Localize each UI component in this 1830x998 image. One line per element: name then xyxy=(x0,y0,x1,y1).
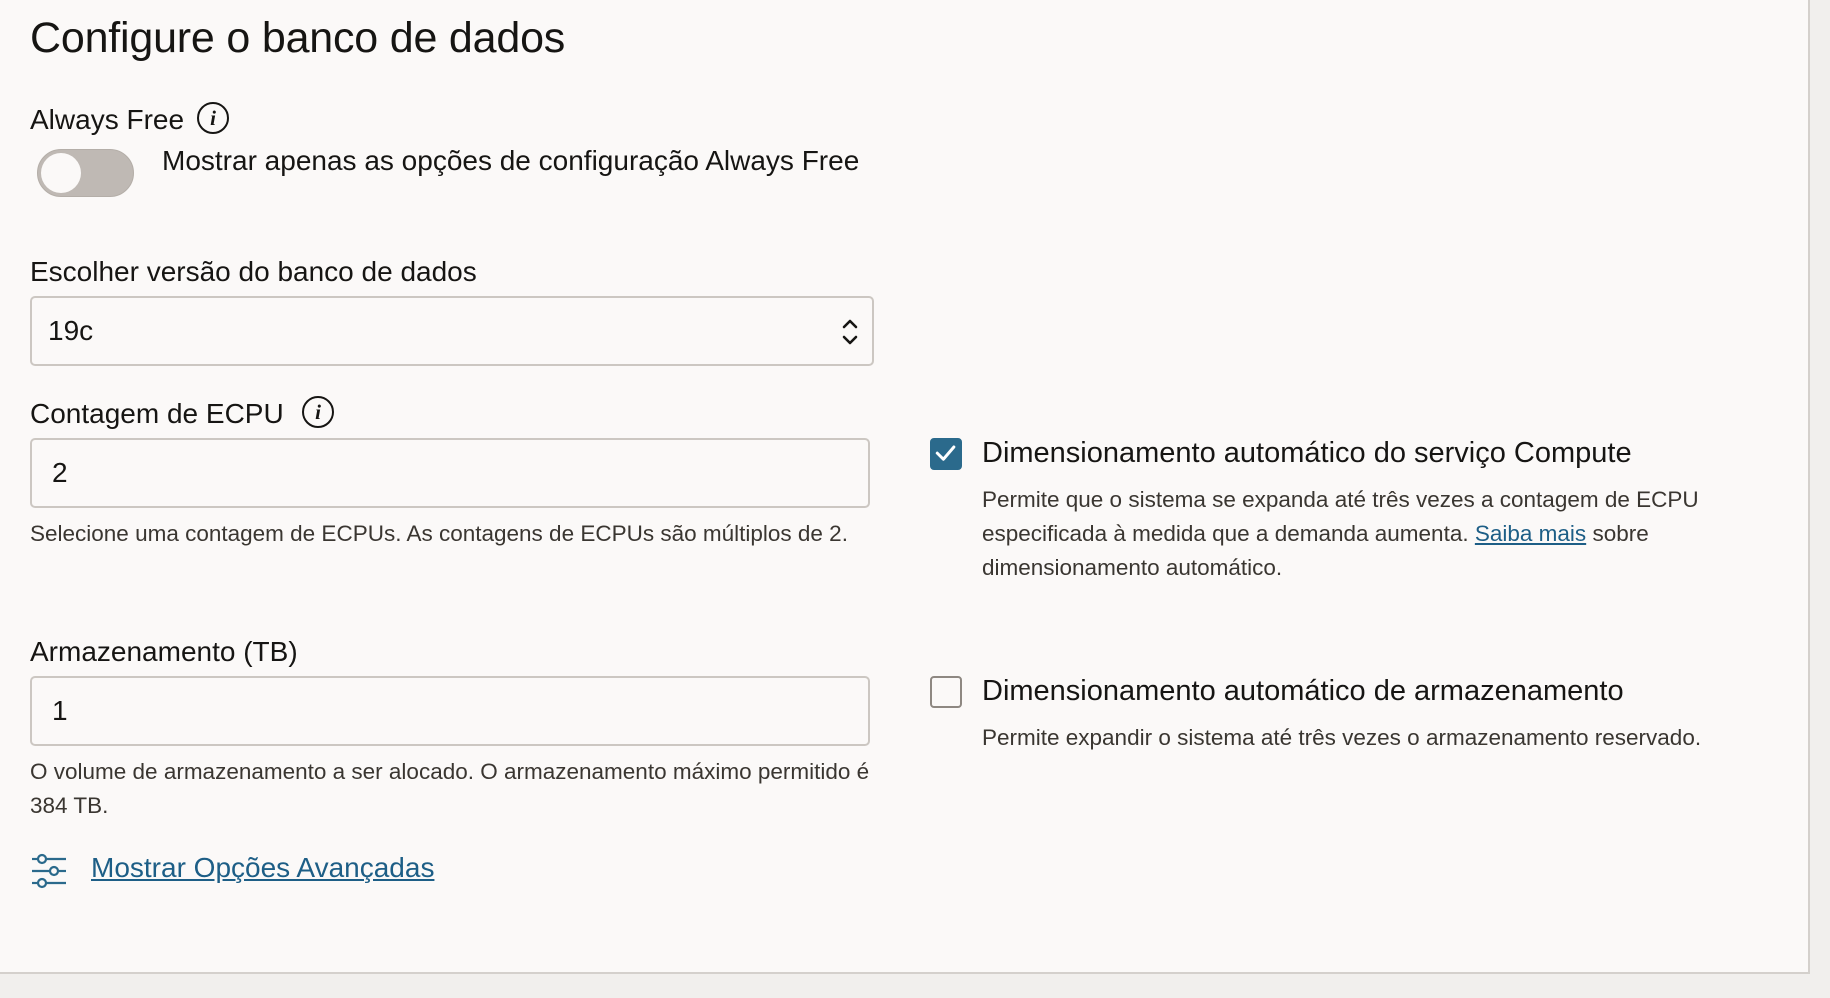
compute-autoscaling-checkbox[interactable] xyxy=(930,438,962,470)
db-version-select[interactable]: 19c xyxy=(30,296,874,366)
compute-help-line3: dimensionamento automático. xyxy=(982,555,1283,580)
compute-help-line1: Permite que o sistema se expanda até trê… xyxy=(982,487,1699,512)
storage-help-line2: 384 TB. xyxy=(30,793,109,818)
compute-help-line2: especificada à medida que a demanda aume… xyxy=(982,517,1699,551)
storage-autoscaling-help: Permite expandir o sistema até três veze… xyxy=(982,725,1702,750)
db-version-value: 19c xyxy=(48,315,94,346)
sliders-icon[interactable] xyxy=(30,852,68,890)
ecpu-count-input[interactable]: 2 xyxy=(30,438,870,508)
storage-help-text: O volume de armazenamento a ser alocado.… xyxy=(30,755,869,823)
compute-help-line2-pre: especificada à medida que a demanda aume… xyxy=(982,521,1469,546)
storage-autoscaling-label: Dimensionamento automático de armazename… xyxy=(982,675,1624,707)
db-version-label: Escolher versão do banco de dados xyxy=(30,256,477,287)
compute-autoscaling-label: Dimensionamento automático do serviço Co… xyxy=(982,437,1632,469)
always-free-label: Always Free xyxy=(30,104,185,135)
ecpu-help-text: Selecione uma contagem de ECPUs. As cont… xyxy=(30,521,848,546)
show-advanced-options-link[interactable]: Mostrar Opções Avançadas xyxy=(91,852,434,884)
ecpu-label: Contagem de ECPU xyxy=(30,398,284,429)
ecpu-count-value: 2 xyxy=(52,457,68,488)
checkmark-icon xyxy=(935,445,956,461)
ecpu-info-icon[interactable]: i xyxy=(302,396,334,428)
toggle-knob xyxy=(41,153,81,193)
compute-help-line2-post: sobre xyxy=(1592,521,1649,546)
storage-input[interactable]: 1 xyxy=(30,676,870,746)
always-free-info-icon[interactable]: i xyxy=(197,102,229,134)
storage-value: 1 xyxy=(52,695,68,726)
page-title: Configure o banco de dados xyxy=(30,14,566,62)
storage-label: Armazenamento (TB) xyxy=(30,636,298,667)
always-free-toggle[interactable] xyxy=(37,149,134,197)
compute-autoscaling-help: Permite que o sistema se expanda até trê… xyxy=(982,483,1699,585)
storage-autoscaling-checkbox[interactable] xyxy=(930,676,962,708)
storage-help-line1: O volume de armazenamento a ser alocado.… xyxy=(30,759,870,784)
learn-more-link[interactable]: Saiba mais xyxy=(1475,521,1586,546)
select-updown-icon xyxy=(842,319,858,345)
always-free-toggle-label: Mostrar apenas as opções de configuração… xyxy=(162,145,860,176)
configure-database-panel: Configure o banco de dados Always Free i… xyxy=(0,0,1810,974)
